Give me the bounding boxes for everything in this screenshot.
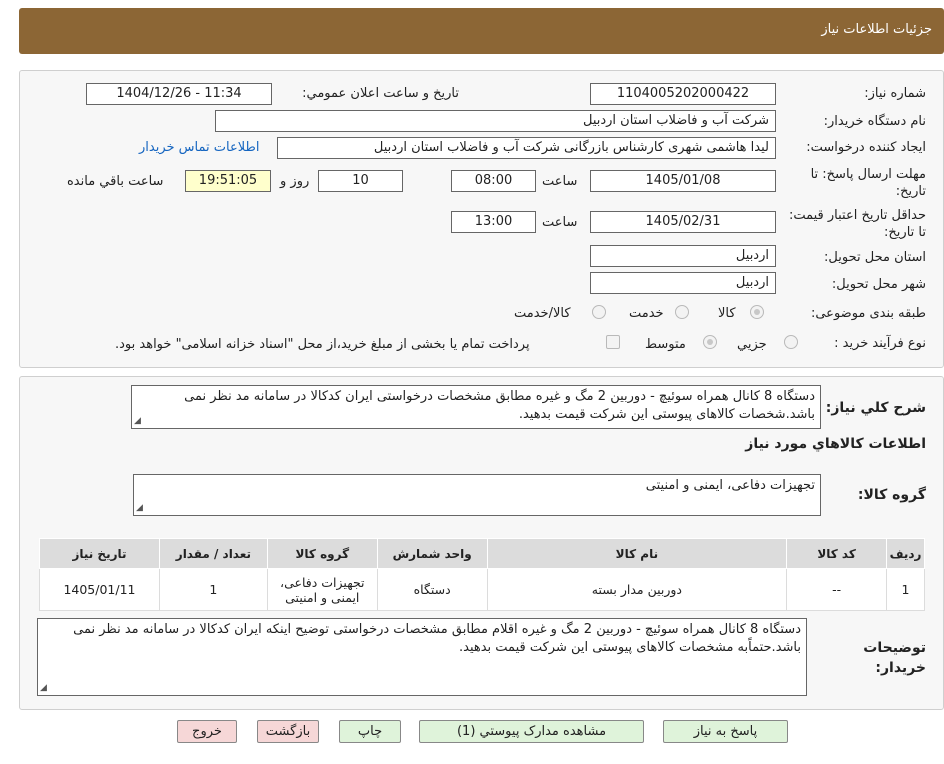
- goods-group-label: گروه کالا:: [857, 487, 926, 503]
- col-name-header: نام کالا: [486, 538, 788, 569]
- process-medium-radio[interactable]: [703, 335, 717, 349]
- requester-label: ايجاد کننده درخواست:: [806, 140, 926, 155]
- resize-grip-icon[interactable]: ◢: [134, 416, 141, 426]
- category-service-radio[interactable]: [675, 305, 689, 319]
- requester-field: لیدا هاشمی شهری کارشناس بازرگانی شرکت آب…: [277, 137, 776, 159]
- col-group-header: گروه کالا: [266, 538, 378, 569]
- remaining-time-field: 19:51:05: [185, 170, 271, 192]
- validity-hour-label: ساعت: [542, 215, 578, 230]
- description-label: شرح کلي نياز:: [825, 400, 926, 416]
- buyer-org-field: شرکت آب و فاضلاب استان اردبیل: [215, 110, 776, 132]
- category-both-radio[interactable]: [592, 305, 606, 319]
- process-medium-label: متوسط: [645, 337, 686, 352]
- cell-unit: دستگاه: [376, 568, 488, 611]
- view-attachments-button[interactable]: مشاهده مدارک پیوستي (1): [419, 720, 644, 743]
- goods-group-field: تجهیزات دفاعی، ایمنی و امنیتی: [133, 474, 821, 516]
- days-label: روز و: [280, 174, 310, 189]
- cell-date: 1405/01/11: [39, 568, 160, 611]
- category-service-label: خدمت: [629, 306, 664, 321]
- table-row: 1 -- دوربین مدار بسته دستگاه تجهیزات دفا…: [39, 568, 925, 611]
- contact-info-link[interactable]: اطلاعات تماس خريدار: [139, 140, 259, 155]
- cell-code: --: [786, 568, 888, 611]
- col-qty-header: تعداد / مقدار: [158, 538, 268, 569]
- announce-date-field: 1404/12/26 - 11:34: [86, 83, 272, 105]
- col-row-header: رديف: [886, 538, 925, 569]
- validity-label: حداقل تاريخ اعتبار قيمت: تا تاريخ:: [788, 208, 926, 240]
- treasury-payment-checkbox[interactable]: [606, 335, 620, 349]
- city-field: اردبیل: [590, 272, 776, 294]
- buyer-notes-text: دستگاه 8 کانال همراه سوئیچ - دوربین 2 مگ…: [37, 618, 807, 696]
- goods-section-title: اطلاعات کالاهاي مورد نياز: [745, 436, 926, 452]
- deadline-label: مهلت ارسال پاسخ: تا تاریخ:: [810, 167, 926, 199]
- province-field: اردبیل: [590, 245, 776, 267]
- goods-table: رديف کد کالا نام کالا واحد شمارش گروه کا…: [39, 538, 925, 611]
- city-label: شهر محل تحويل:: [831, 277, 926, 292]
- need-number-field: 1104005202000422: [590, 83, 776, 105]
- resize-grip-icon[interactable]: ◢: [136, 503, 143, 513]
- process-partial-radio[interactable]: [784, 335, 798, 349]
- buyer-notes-label: توضيحات خريدار:: [863, 640, 926, 676]
- days-count-field: 10: [318, 170, 403, 192]
- exit-button[interactable]: خروج: [177, 720, 237, 743]
- col-code-header: کد کالا: [786, 538, 888, 569]
- need-number-label: شماره نیاز:: [864, 86, 926, 101]
- announce-date-label: تاریخ و ساعت اعلان عمومي:: [302, 86, 459, 101]
- category-label: طبقه بندی موضوعی:: [810, 306, 926, 321]
- deadline-date-field: 1405/01/08: [590, 170, 776, 192]
- col-date-header: تاريخ نياز: [39, 538, 160, 569]
- process-partial-label: جزیي: [737, 337, 767, 352]
- deadline-time-field: 08:00: [451, 170, 536, 192]
- page-title: جزئیات اطلاعات نیاز: [821, 22, 932, 37]
- process-label: نوع فرآيند خريد :: [834, 336, 926, 351]
- category-both-label: کالا/خدمت: [514, 306, 571, 321]
- province-label: استان محل تحويل:: [824, 250, 926, 265]
- cell-qty: 1: [158, 568, 268, 611]
- reply-button[interactable]: پاسخ به نیاز: [663, 720, 788, 743]
- cell-group: تجهیزات دفاعی، ایمنی و امنیتی: [266, 568, 378, 611]
- description-text: دستگاه 8 کانال همراه سوئیچ - دوربین 2 مگ…: [131, 385, 821, 429]
- col-unit-header: واحد شمارش: [376, 538, 488, 569]
- resize-grip-icon[interactable]: ◢: [40, 683, 47, 693]
- cell-name: دوربین مدار بسته: [486, 568, 788, 611]
- title-bar: جزئیات اطلاعات نیاز: [19, 8, 944, 54]
- back-button[interactable]: بازگشت: [257, 720, 319, 743]
- treasury-payment-note: پرداخت تمام يا بخشی از مبلغ خريد،از محل …: [115, 337, 530, 352]
- remaining-label: ساعت باقي مانده: [67, 174, 164, 189]
- category-goods-radio[interactable]: [750, 305, 764, 319]
- category-goods-label: کالا: [718, 306, 736, 321]
- deadline-hour-label: ساعت: [542, 174, 578, 189]
- print-button[interactable]: چاپ: [339, 720, 401, 743]
- table-header-row: رديف کد کالا نام کالا واحد شمارش گروه کا…: [39, 538, 925, 569]
- cell-row: 1: [886, 568, 925, 611]
- buyer-org-label: نام دستگاه خريدار:: [823, 114, 926, 129]
- validity-date-field: 1405/02/31: [590, 211, 776, 233]
- validity-time-field: 13:00: [451, 211, 536, 233]
